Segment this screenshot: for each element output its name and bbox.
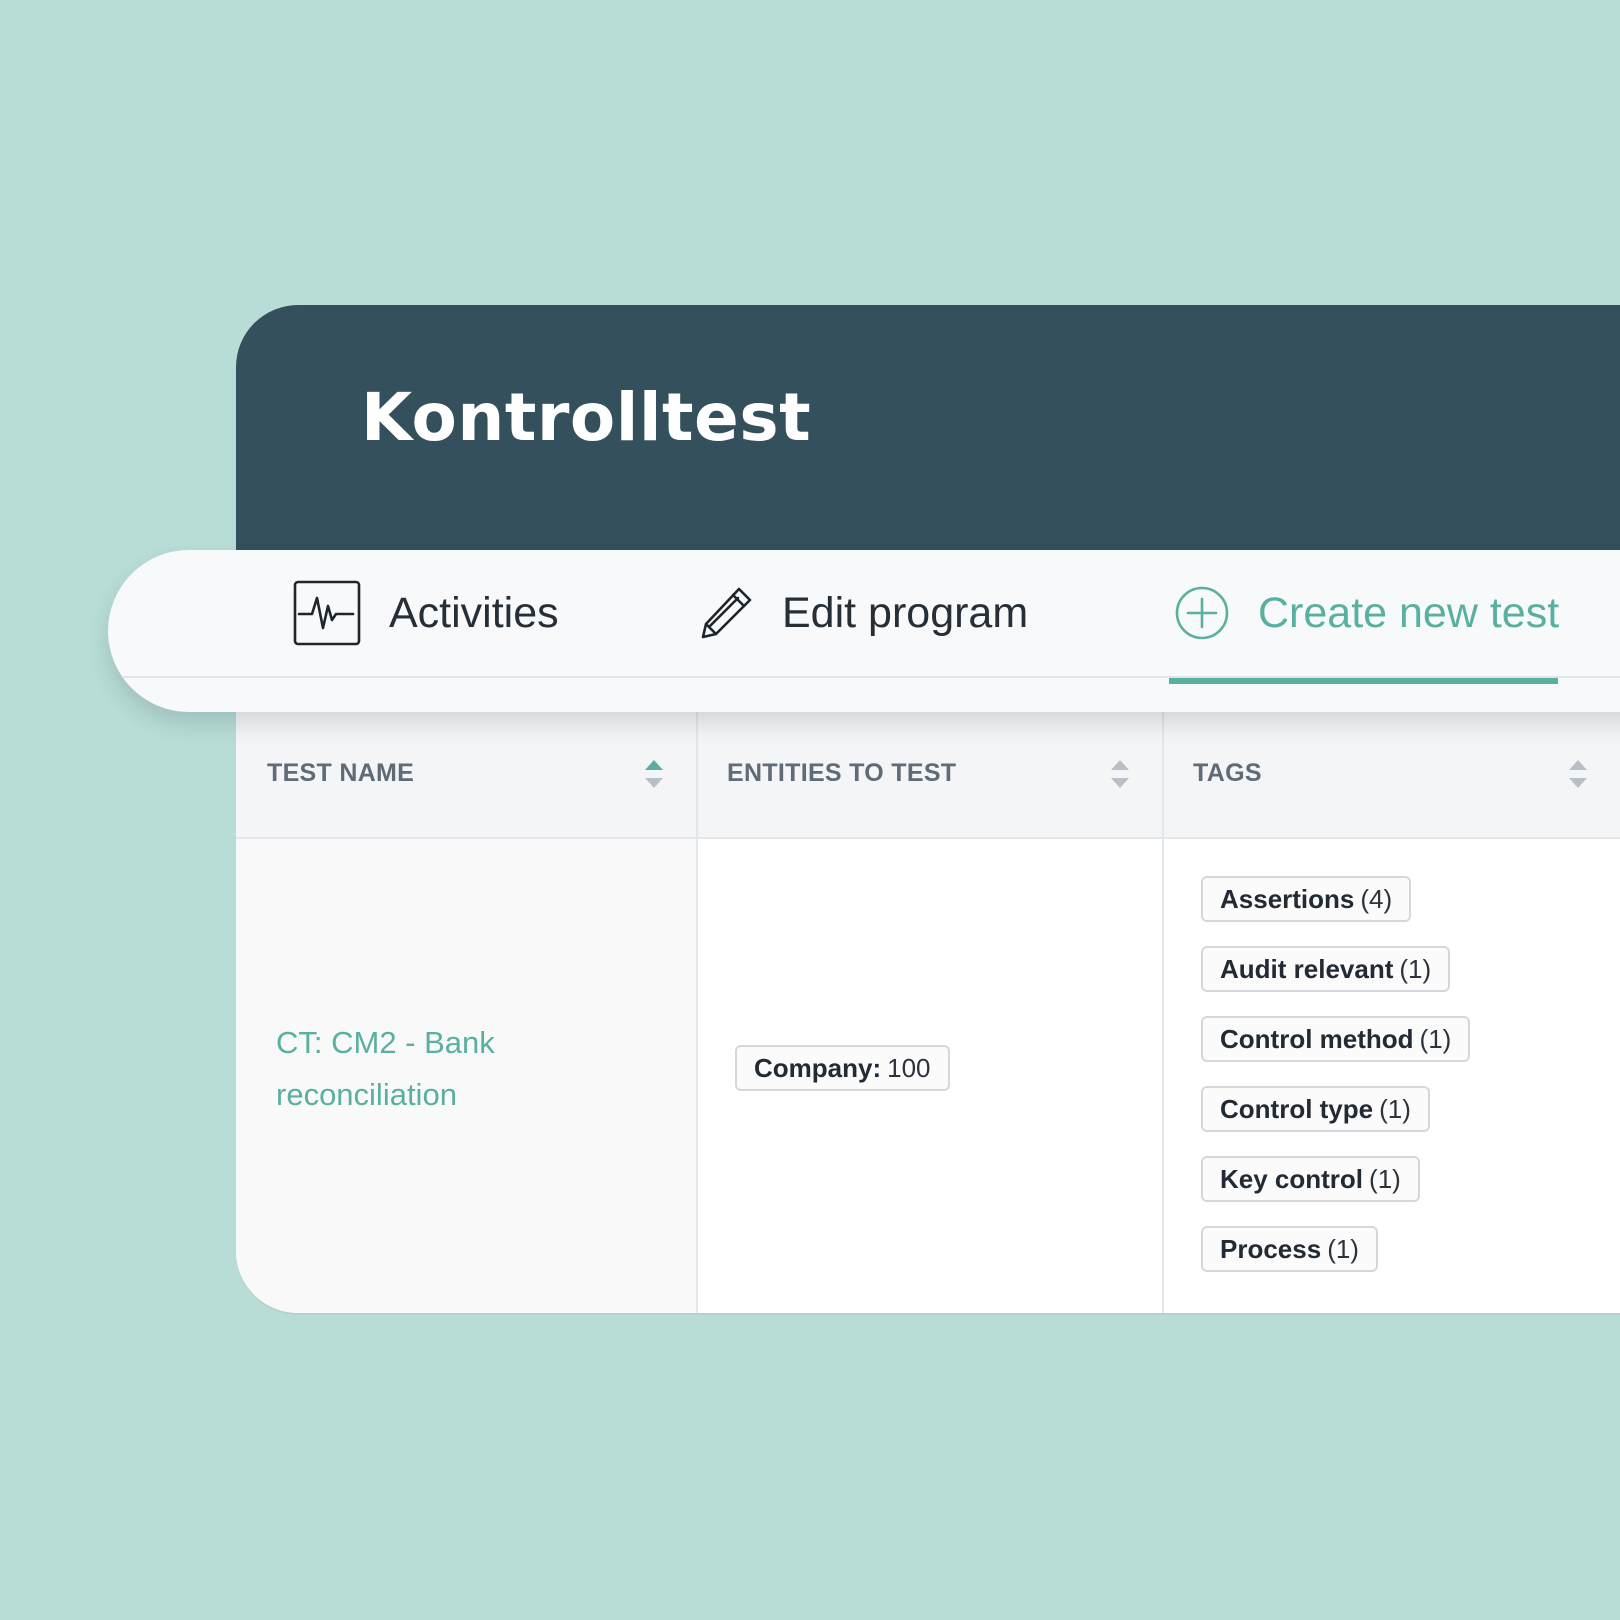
sort-icon[interactable] (644, 758, 664, 790)
tag-count: (1) (1419, 1023, 1452, 1054)
edit-program-label: Edit program (782, 588, 1029, 637)
column-divider (1162, 710, 1164, 1313)
table-row: CT: CM2 - Bank reconciliation Company: 1… (236, 839, 1620, 1313)
tag-name: Control method (1220, 1023, 1414, 1054)
tag-name: Control type (1220, 1093, 1374, 1124)
page-title: Kontrolltest (361, 379, 812, 456)
main-card: Kontrolltest TEST NAME ENTITIES TO TEST … (236, 305, 1620, 1313)
entity-value: 100 (887, 1052, 931, 1083)
tag-chip: Control method (1) (1201, 1016, 1471, 1062)
tag-chip: Process (1) (1201, 1226, 1378, 1272)
activities-label: Activities (389, 588, 559, 637)
tag-name: Audit relevant (1220, 953, 1394, 984)
tests-table: TEST NAME ENTITIES TO TEST TAGS CT: CM2 … (236, 710, 1620, 1313)
tag-chip: Control type (1) (1201, 1086, 1430, 1132)
entity-chip: Company: 100 (735, 1045, 950, 1091)
table-header: TEST NAME ENTITIES TO TEST TAGS (236, 710, 1620, 839)
sort-icon[interactable] (1568, 758, 1588, 790)
column-header-test-name[interactable]: TEST NAME (267, 710, 414, 837)
cell-test-name: CT: CM2 - Bank reconciliation (236, 839, 696, 1313)
entity-label: Company: (754, 1052, 882, 1083)
tag-count: (1) (1399, 953, 1432, 984)
create-new-test-label: Create new test (1258, 588, 1560, 637)
tag-chip: Audit relevant (1) (1201, 946, 1451, 992)
card-header: Kontrolltest (236, 305, 1620, 550)
tag-count: (1) (1379, 1093, 1411, 1124)
tag-name: Key control (1220, 1163, 1364, 1194)
activity-pulse-icon (293, 580, 361, 646)
pencil-icon (701, 587, 752, 639)
action-toolbar: Activities Edit program Create new test (108, 550, 1620, 712)
column-divider (696, 710, 698, 1313)
tag-count: (4) (1360, 883, 1393, 914)
tag-count: (1) (1327, 1233, 1359, 1264)
sort-icon[interactable] (1110, 758, 1130, 790)
edit-program-button[interactable]: Edit program (698, 550, 1028, 676)
column-header-entities[interactable]: ENTITIES TO TEST (727, 710, 956, 837)
active-tab-indicator (1169, 678, 1558, 684)
tag-name: Process (1220, 1233, 1322, 1264)
tag-chip: Assertions (4) (1201, 876, 1412, 922)
tag-name: Assertions (1220, 883, 1355, 914)
stage: Kontrolltest TEST NAME ENTITIES TO TEST … (0, 0, 1620, 1620)
create-new-test-button[interactable]: Create new test (1174, 550, 1559, 676)
tag-count: (1) (1369, 1163, 1401, 1194)
tag-chip: Key control (1) (1201, 1156, 1420, 1202)
test-name-link[interactable]: CT: CM2 - Bank reconciliation (276, 1017, 536, 1121)
column-header-tags[interactable]: TAGS (1193, 710, 1262, 837)
activities-button[interactable]: Activities (293, 550, 559, 676)
plus-circle-icon (1175, 586, 1229, 640)
